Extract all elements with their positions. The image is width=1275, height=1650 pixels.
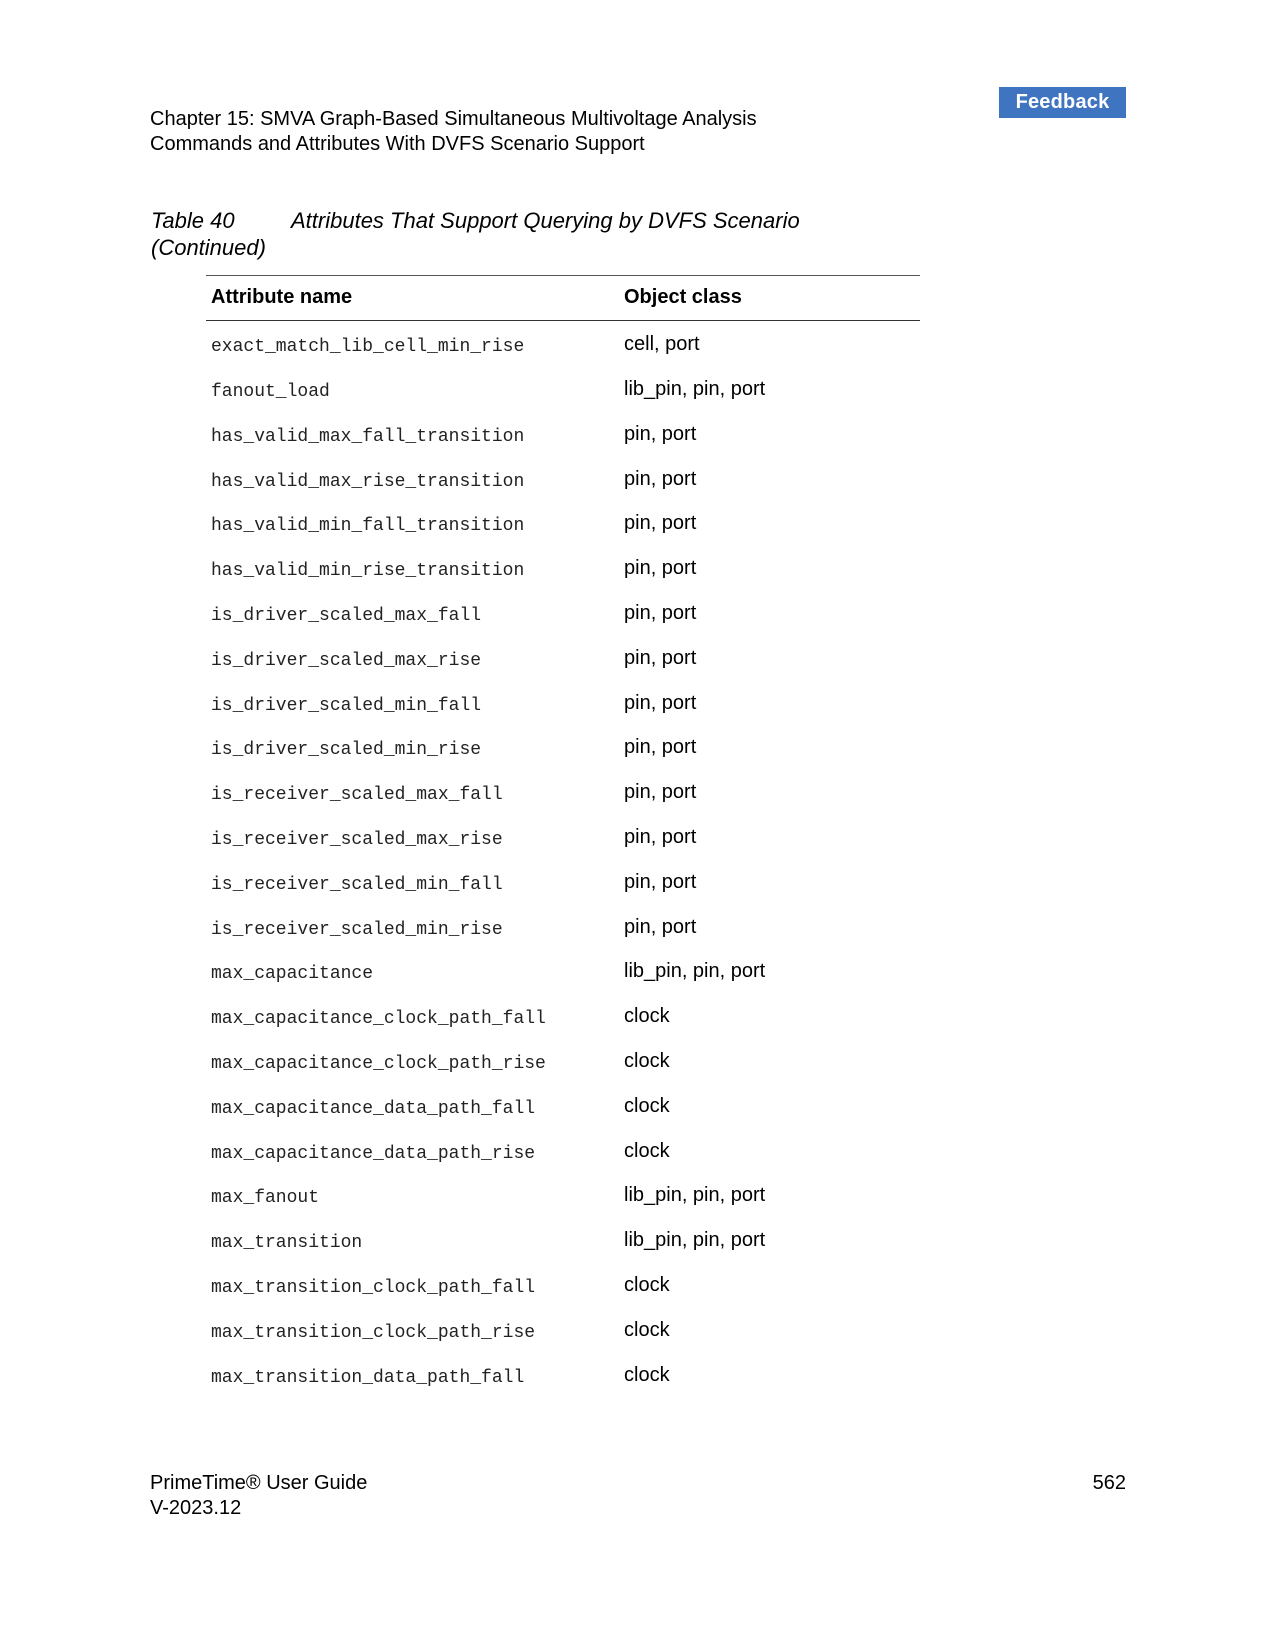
table-row: is_driver_scaled_max_fall pin, port [206,589,920,634]
table-row: max_capacitance_clock_path_rise clock [206,1037,920,1082]
table-title: Attributes That Support Querying by DVFS… [291,208,800,233]
footer-product: PrimeTime® User Guide [150,1472,368,1494]
attribute-name-cell: max_capacitance_clock_path_rise [211,1053,546,1074]
table-row: has_valid_max_rise_transition pin, port [206,455,920,500]
table-row: is_receiver_scaled_max_fall pin, port [206,768,920,813]
object-class-cell: pin, port [624,736,697,759]
object-class-cell: clock [624,1049,670,1072]
object-class-cell: clock [624,1273,670,1296]
attribute-name-cell: has_valid_min_fall_transition [211,516,525,537]
page-number: 562 [1092,1472,1126,1494]
page-header: Chapter 15: SMVA Graph-Based Simultaneou… [150,107,757,157]
attribute-name-cell: max_capacitance_clock_path_fall [211,1009,546,1030]
attribute-name-cell: fanout_load [211,382,330,402]
table-number: Table 40 [151,208,235,233]
table-body: exact_match_lib_cell_min_rise cell, port f… [206,321,920,1395]
attribute-name-cell: max_capacitance [211,964,374,985]
attribute-name-cell: is_receiver_scaled_max_fall [211,785,503,806]
table-row: is_driver_scaled_max_rise pin, port [206,634,920,679]
object-class-cell: clock [624,1005,670,1028]
attribute-name-cell: is_receiver_scaled_max_rise [211,829,503,850]
object-class-cell: pin, port [624,825,697,848]
object-class-cell: pin, port [624,467,697,490]
table-row: max_capacitance_clock_path_fall clock [206,992,920,1037]
header-attribute-name: Attribute name [211,286,353,308]
table-row: max_transition lib_pin, pin, port [206,1216,920,1261]
table-row: max_capacitance lib_pin, pin, port [206,947,920,992]
table-row: has_valid_min_rise_transition pin, port [206,544,920,589]
table-row: max_fanout lib_pin, pin, port [206,1171,920,1216]
table-row: max_transition_clock_path_rise clock [206,1306,920,1351]
attribute-name-cell: max_transition_clock_path_fall [211,1277,536,1298]
feedback-button[interactable]: Feedback [999,87,1126,118]
object-class-cell: pin, port [624,601,697,624]
attribute-name-cell: is_driver_scaled_max_fall [211,605,482,626]
chapter-title: Chapter 15: SMVA Graph-Based Simultaneou… [150,108,757,130]
attribute-name-cell: is_receiver_scaled_min_rise [211,919,503,940]
table-header: Attribute name Object class [206,276,920,321]
table-row: has_valid_max_fall_transition pin, port [206,410,920,455]
table-continued: (Continued) [151,235,266,260]
object-class-cell: lib_pin, pin, port [624,378,766,400]
table-row: has_valid_min_fall_transition pin, port [206,499,920,544]
object-class-cell: clock [624,1363,670,1386]
object-class-cell: pin, port [624,870,697,893]
table-row: is_receiver_scaled_max_rise pin, port [206,813,920,858]
table-row: is_receiver_scaled_min_rise pin, port [206,903,920,948]
object-class-cell: pin, port [624,422,697,445]
object-class-cell: pin, port [624,512,697,535]
attribute-name-cell: max_transition [211,1233,363,1254]
object-class-cell: clock [624,1318,670,1341]
attribute-name-cell: max_transition_clock_path_rise [211,1322,536,1343]
attribute-name-cell: max_fanout [211,1188,320,1209]
table-row: max_capacitance_data_path_fall clock [206,1082,920,1127]
attribute-name-cell: has_valid_max_rise_transition [211,471,525,492]
table-row: is_driver_scaled_min_fall pin, port [206,679,920,724]
object-class-cell: lib_pin, pin, port [624,1229,766,1252]
attributes-table: Attribute name Object class exact_match_… [206,275,920,1395]
attribute-name-cell: max_capacitance_data_path_fall [211,1098,536,1119]
attribute-name-cell: is_driver_scaled_min_rise [211,740,482,761]
object-class-cell: clock [624,1139,670,1162]
attribute-name-cell: is_receiver_scaled_min_fall [211,874,503,895]
table-row: max_transition_data_path_fall clock [206,1351,920,1396]
object-class-cell: cell, port [624,333,700,355]
attribute-name-cell: has_valid_max_fall_transition [211,426,525,447]
object-class-cell: pin, port [624,691,697,714]
attribute-name-cell: is_driver_scaled_max_rise [211,650,482,671]
table-row: is_receiver_scaled_min_fall pin, port [206,858,920,903]
object-class-cell: lib_pin, pin, port [624,1184,766,1207]
object-class-cell: clock [624,1094,670,1117]
header-object-class: Object class [624,286,742,308]
object-class-cell: pin, port [624,781,697,804]
table-row: exact_match_lib_cell_min_rise cell, port [206,321,920,365]
object-class-cell: pin, port [624,557,697,580]
attribute-name-cell: exact_match_lib_cell_min_rise [211,337,525,357]
object-class-cell: pin, port [624,915,697,938]
table-caption: Table 40 Attributes That Support Querying… [151,207,800,261]
table-row: is_driver_scaled_min_rise pin, port [206,723,920,768]
page-footer: PrimeTime® User Guide V-2023.12 [150,1471,367,1521]
table-row: max_transition_clock_path_fall clock [206,1261,920,1306]
attribute-name-cell: has_valid_min_rise_transition [211,561,525,582]
object-class-cell: lib_pin, pin, port [624,960,766,983]
footer-version: V-2023.12 [150,1497,242,1519]
attribute-name-cell: max_transition_data_path_fall [211,1367,525,1388]
attribute-name-cell: max_capacitance_data_path_rise [211,1143,536,1164]
table-row: fanout_load lib_pin, pin, port [206,365,920,410]
section-title: Commands and Attributes With DVFS Scenar… [150,133,645,155]
object-class-cell: pin, port [624,646,697,669]
table-row: max_capacitance_data_path_rise clock [206,1127,920,1172]
attribute-name-cell: is_driver_scaled_min_fall [211,695,482,716]
